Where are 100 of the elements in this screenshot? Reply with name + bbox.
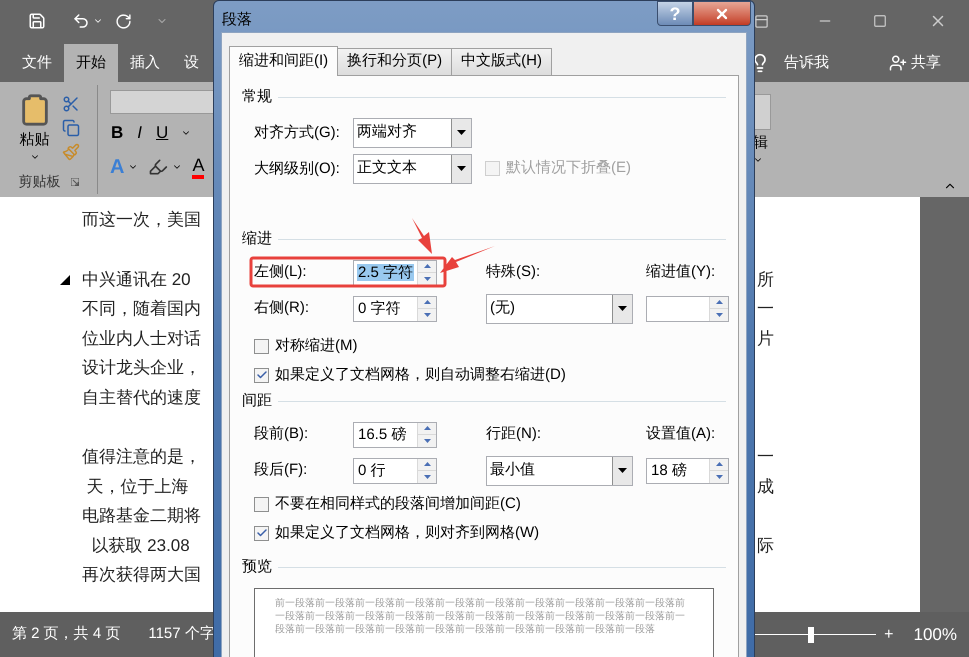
down-arrow-icon xyxy=(424,474,430,479)
section-heading: 间距 xyxy=(242,391,272,412)
redo-icon[interactable] xyxy=(115,12,132,30)
spin-up-button[interactable] xyxy=(418,422,436,435)
down-arrow-icon xyxy=(424,276,430,281)
undo-icon[interactable] xyxy=(72,12,90,30)
field-label: 行距(N): xyxy=(486,424,542,444)
spin-down-button[interactable] xyxy=(418,471,436,482)
checkbox[interactable] xyxy=(254,526,269,540)
dropdown-field[interactable]: 两端对齐 xyxy=(353,118,472,148)
format-button[interactable]: U xyxy=(155,120,170,146)
dialog-tab[interactable]: 换行和分页(P) xyxy=(337,48,452,74)
dropdown-field[interactable]: (无) xyxy=(486,294,633,324)
body-text: 际 xyxy=(757,534,774,556)
dropdown-arrow-button[interactable] xyxy=(612,294,632,322)
ribbon-tab[interactable]: 插入 xyxy=(118,44,172,82)
up-arrow-icon xyxy=(716,300,722,304)
up-arrow-icon xyxy=(424,264,430,268)
font-color-button[interactable]: A xyxy=(192,154,204,178)
highlighter-icon[interactable] xyxy=(148,156,168,176)
close-button[interactable] xyxy=(693,1,751,26)
field-label: 特殊(S): xyxy=(486,262,542,282)
body-text: 成 xyxy=(757,476,774,498)
dropdown-arrow-button[interactable] xyxy=(451,154,471,182)
spin-up-button[interactable] xyxy=(418,458,436,471)
down-arrow-icon xyxy=(716,474,722,479)
ribbon-tab[interactable]: 设 xyxy=(172,44,211,82)
dialog-title: 段落 xyxy=(222,10,252,30)
spin-up-button[interactable] xyxy=(710,458,728,471)
body-text: 天，位于上海 xyxy=(86,476,189,498)
body-text: 所 xyxy=(757,268,774,290)
spin-down-button[interactable] xyxy=(418,273,436,284)
down-arrow-icon xyxy=(424,312,430,317)
dialog-tab[interactable]: 缩进和间距(I) xyxy=(229,46,338,76)
paste-button[interactable]: 粘贴 xyxy=(20,129,50,152)
spin-field[interactable]: 18 磅 xyxy=(646,458,729,484)
copy-icon[interactable] xyxy=(62,119,80,137)
body-text: 不同，随着国内 xyxy=(82,298,201,320)
spin-field[interactable]: 0 字符 xyxy=(353,296,437,322)
down-arrow-icon xyxy=(424,438,430,443)
spin-down-button[interactable] xyxy=(418,435,436,446)
caret-icon xyxy=(457,130,466,135)
body-text: 一 xyxy=(757,298,774,320)
field-value: 2.5 字符 xyxy=(357,264,414,281)
ribbon-tab[interactable]: 开始 xyxy=(64,44,118,82)
checkbox[interactable] xyxy=(254,338,269,354)
dropdown-field[interactable]: 最小值 xyxy=(486,456,633,486)
body-text: 再次获得两大国 xyxy=(82,564,201,586)
user-add-icon[interactable] xyxy=(889,54,907,72)
spin-field[interactable] xyxy=(646,296,729,322)
body-text: 而这一次，美国 xyxy=(82,209,201,231)
format-button[interactable]: I xyxy=(136,120,144,146)
dialog-launcher-icon[interactable] xyxy=(70,178,78,186)
field-value: 0 字符 xyxy=(357,300,402,317)
zoom-level[interactable]: 100% xyxy=(914,622,957,648)
caret-icon xyxy=(618,306,627,311)
checkbox[interactable] xyxy=(254,496,269,512)
tell-me-link[interactable]: 告诉我 xyxy=(784,52,829,74)
dropdown-arrow-button[interactable] xyxy=(451,118,471,146)
body-text: 值得注意的是， xyxy=(82,446,201,468)
caret-icon xyxy=(457,166,466,171)
spin-down-button[interactable] xyxy=(710,471,728,482)
zoom-slider-thumb[interactable] xyxy=(808,626,814,642)
word-count: 1157 个字 xyxy=(148,624,215,644)
field-label: 左侧(L): xyxy=(254,262,308,282)
ribbon-tab[interactable]: 文件 xyxy=(10,44,64,82)
field-label: 右侧(R): xyxy=(254,298,310,318)
checkbox-label: 如果定义了文档网格，则对齐到网格(W) xyxy=(275,522,540,543)
share-button[interactable]: 共享 xyxy=(911,52,941,74)
dropdown-arrow-button[interactable] xyxy=(612,456,632,484)
checkbox[interactable] xyxy=(254,368,269,382)
spin-field[interactable]: 0 行 xyxy=(353,458,437,484)
checkbox-label: 如果定义了文档网格，则自动调整右缩进(D) xyxy=(275,364,566,385)
body-text: 一 xyxy=(757,446,774,468)
check-icon xyxy=(256,527,268,539)
save-icon[interactable] xyxy=(28,12,46,30)
spin-down-button[interactable] xyxy=(418,309,436,320)
spin-field[interactable]: 16.5 磅 xyxy=(353,422,437,448)
up-arrow-icon xyxy=(424,300,430,304)
body-text: 位业内人士对话 xyxy=(82,328,201,350)
dropdown-field[interactable]: 正文文本 xyxy=(353,154,472,184)
format-button[interactable]: B xyxy=(110,120,124,146)
up-arrow-icon xyxy=(424,462,430,466)
spin-down-button[interactable] xyxy=(710,309,728,320)
dialog-tab[interactable]: 中文版式(H) xyxy=(451,48,552,74)
spin-up-button[interactable] xyxy=(710,296,728,309)
spin-field[interactable]: 2.5 字符 xyxy=(353,260,437,286)
field-value: 18 磅 xyxy=(650,462,688,479)
spin-up-button[interactable] xyxy=(418,260,436,273)
down-arrow-icon xyxy=(716,312,722,317)
checkbox-label: 不要在相同样式的段落间增加间距(C) xyxy=(275,494,521,514)
spin-up-button[interactable] xyxy=(418,296,436,309)
ribbon-display-icon[interactable] xyxy=(754,14,769,28)
zoom-in-button[interactable]: + xyxy=(884,622,894,646)
preview-text: 前一段落前一段落前一段落前一段落前一段落前一段落前一段落前一段落前一段落前一段落前一段落前一段落前一段落前一段落前一段落前一段落前一段落前一段落前一段落前一段落前一段落前一段落前一段落前一段落前一段落前一段落前一段落前一段落前一段落前一段落 xyxy=(275,596,686,636)
cut-icon[interactable] xyxy=(62,95,80,113)
section-heading: 缩进 xyxy=(242,229,272,250)
maximize-icon[interactable] xyxy=(873,14,887,28)
collapse-triangle-icon[interactable] xyxy=(60,274,70,284)
checkbox-label: 默认情况下折叠(E) xyxy=(506,158,631,178)
